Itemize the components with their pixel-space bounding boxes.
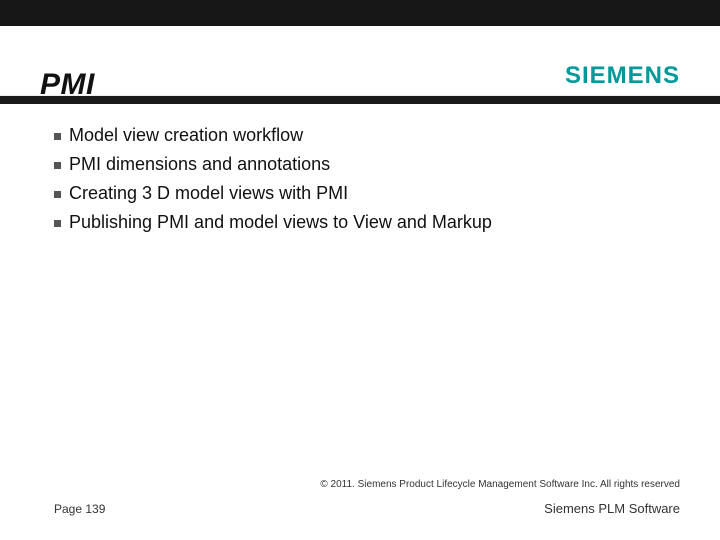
bullet-icon: [54, 162, 61, 169]
page-number: Page 139: [54, 502, 105, 516]
copyright-text: © 2011. Siemens Product Lifecycle Manage…: [320, 479, 680, 490]
content-area: Model view creation workflow PMI dimensi…: [54, 122, 680, 238]
header: PMI SIEMENS: [0, 26, 720, 96]
list-item: Model view creation workflow: [54, 122, 680, 149]
bullet-text: Model view creation workflow: [69, 122, 303, 149]
bullet-text: Creating 3 D model views with PMI: [69, 180, 348, 207]
header-divider: [0, 96, 720, 104]
footer-brand: Siemens PLM Software: [544, 501, 680, 516]
bullet-icon: [54, 220, 61, 227]
top-bar: [0, 0, 720, 26]
bullet-text: Publishing PMI and model views to View a…: [69, 209, 492, 236]
slide: PMI SIEMENS Model view creation workflow…: [0, 0, 720, 540]
list-item: Publishing PMI and model views to View a…: [54, 209, 680, 236]
list-item: Creating 3 D model views with PMI: [54, 180, 680, 207]
bullet-icon: [54, 191, 61, 198]
bullet-icon: [54, 133, 61, 140]
bullet-text: PMI dimensions and annotations: [69, 151, 330, 178]
siemens-logo: SIEMENS: [565, 62, 680, 90]
list-item: PMI dimensions and annotations: [54, 151, 680, 178]
